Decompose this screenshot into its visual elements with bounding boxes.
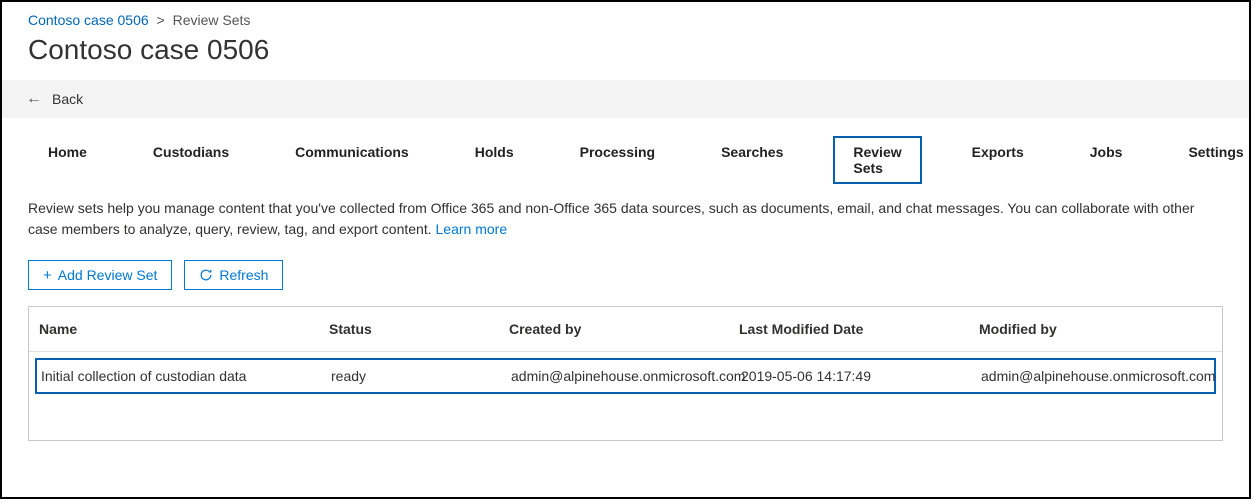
- col-header-name[interactable]: Name: [39, 321, 329, 337]
- col-header-created-by[interactable]: Created by: [509, 321, 739, 337]
- tab-home[interactable]: Home: [32, 136, 103, 184]
- tab-holds[interactable]: Holds: [459, 136, 530, 184]
- cell-created-by: admin@alpinehouse.onmicrosoft.com: [511, 368, 741, 384]
- breadcrumb-current: Review Sets: [173, 12, 251, 28]
- col-header-last-modified[interactable]: Last Modified Date: [739, 321, 979, 337]
- breadcrumb-separator: >: [157, 12, 165, 28]
- learn-more-link[interactable]: Learn more: [436, 221, 508, 237]
- refresh-label: Refresh: [219, 267, 268, 283]
- tab-settings[interactable]: Settings: [1172, 136, 1251, 184]
- cell-modified-by: admin@alpinehouse.onmicrosoft.com: [981, 368, 1231, 384]
- tab-custodians[interactable]: Custodians: [137, 136, 245, 184]
- back-arrow-icon: ←: [26, 90, 42, 108]
- tab-communications[interactable]: Communications: [279, 136, 425, 184]
- page-title: Contoso case 0506: [2, 30, 1249, 80]
- breadcrumb-root-link[interactable]: Contoso case 0506: [28, 12, 149, 28]
- back-bar[interactable]: ← Back: [2, 80, 1249, 118]
- review-sets-table: Name Status Created by Last Modified Dat…: [28, 306, 1223, 441]
- table-row[interactable]: Initial collection of custodian data rea…: [35, 358, 1216, 394]
- cell-status: ready: [331, 368, 511, 384]
- back-label: Back: [52, 91, 83, 107]
- add-review-set-button[interactable]: + Add Review Set: [28, 260, 172, 290]
- col-header-modified-by[interactable]: Modified by: [979, 321, 1229, 337]
- table-empty-space: [29, 400, 1222, 440]
- refresh-icon: [199, 268, 213, 282]
- tab-exports[interactable]: Exports: [956, 136, 1040, 184]
- toolbar: + Add Review Set Refresh: [2, 246, 1249, 306]
- description: Review sets help you manage content that…: [2, 194, 1249, 246]
- refresh-button[interactable]: Refresh: [184, 260, 283, 290]
- tabs: Home Custodians Communications Holds Pro…: [2, 118, 1249, 194]
- description-text: Review sets help you manage content that…: [28, 200, 1194, 237]
- tab-searches[interactable]: Searches: [705, 136, 799, 184]
- tab-review-sets[interactable]: Review Sets: [833, 136, 921, 184]
- table-header-row: Name Status Created by Last Modified Dat…: [29, 307, 1222, 352]
- plus-icon: +: [43, 268, 52, 283]
- col-header-status[interactable]: Status: [329, 321, 509, 337]
- tab-jobs[interactable]: Jobs: [1074, 136, 1139, 184]
- cell-name: Initial collection of custodian data: [41, 368, 331, 384]
- cell-last-modified: 2019-05-06 14:17:49: [741, 368, 981, 384]
- tab-processing[interactable]: Processing: [564, 136, 671, 184]
- add-review-set-label: Add Review Set: [58, 267, 158, 283]
- breadcrumb: Contoso case 0506 > Review Sets: [2, 2, 1249, 30]
